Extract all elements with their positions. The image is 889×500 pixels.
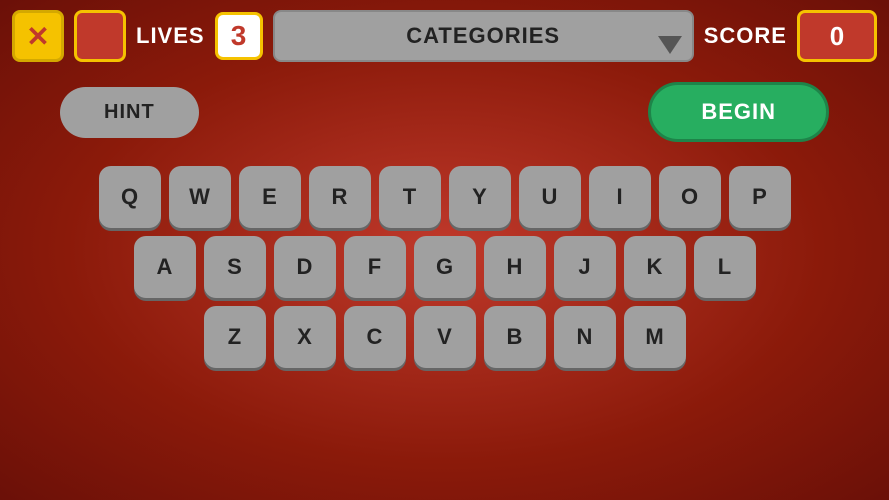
key-r[interactable]: R — [309, 166, 371, 228]
key-w[interactable]: W — [169, 166, 231, 228]
keyboard-row-3: ZXCVBNM — [204, 306, 686, 368]
key-q[interactable]: Q — [99, 166, 161, 228]
key-v[interactable]: V — [414, 306, 476, 368]
key-j[interactable]: J — [554, 236, 616, 298]
dropdown-triangle-icon — [658, 36, 682, 54]
key-e[interactable]: E — [239, 166, 301, 228]
key-m[interactable]: M — [624, 306, 686, 368]
categories-button[interactable]: CATEGORIES — [273, 10, 694, 62]
score-value: 0 — [797, 10, 877, 62]
red-placeholder-box — [74, 10, 126, 62]
key-d[interactable]: D — [274, 236, 336, 298]
key-l[interactable]: L — [694, 236, 756, 298]
key-b[interactable]: B — [484, 306, 546, 368]
key-t[interactable]: T — [379, 166, 441, 228]
keyboard: QWERTYUIOP ASDFGHJKL ZXCVBNM — [50, 166, 839, 368]
key-i[interactable]: I — [589, 166, 651, 228]
key-u[interactable]: U — [519, 166, 581, 228]
key-s[interactable]: S — [204, 236, 266, 298]
keyboard-row-2: ASDFGHJKL — [134, 236, 756, 298]
top-bar: ✕ LIVES 3 CATEGORIES SCORE 0 — [0, 0, 889, 72]
key-c[interactable]: C — [344, 306, 406, 368]
key-h[interactable]: H — [484, 236, 546, 298]
main-content: HINT BEGIN QWERTYUIOP ASDFGHJKL ZXCVBNM — [0, 72, 889, 500]
key-o[interactable]: O — [659, 166, 721, 228]
action-row: HINT BEGIN — [50, 82, 839, 142]
key-x[interactable]: X — [274, 306, 336, 368]
lives-value: 3 — [215, 12, 263, 60]
key-g[interactable]: G — [414, 236, 476, 298]
lives-label: LIVES — [136, 23, 205, 49]
key-p[interactable]: P — [729, 166, 791, 228]
key-f[interactable]: F — [344, 236, 406, 298]
key-a[interactable]: A — [134, 236, 196, 298]
key-z[interactable]: Z — [204, 306, 266, 368]
key-n[interactable]: N — [554, 306, 616, 368]
key-k[interactable]: K — [624, 236, 686, 298]
begin-button[interactable]: BEGIN — [648, 82, 829, 142]
hint-button[interactable]: HINT — [60, 87, 199, 138]
close-button[interactable]: ✕ — [12, 10, 64, 62]
score-label: SCORE — [704, 23, 787, 49]
key-y[interactable]: Y — [449, 166, 511, 228]
keyboard-row-1: QWERTYUIOP — [99, 166, 791, 228]
